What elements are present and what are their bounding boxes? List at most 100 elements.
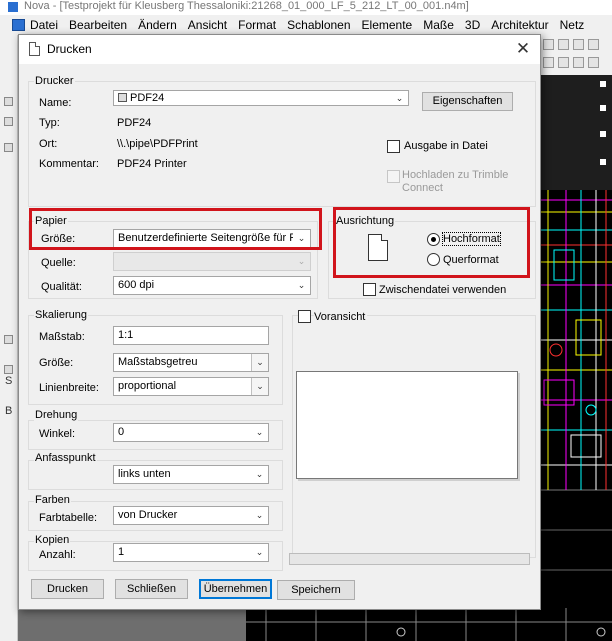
color-table-select[interactable]: von Drucker ⌄: [113, 506, 269, 525]
landscape-radio[interactable]: [427, 253, 440, 266]
copies-count-value: 1: [118, 546, 125, 558]
tool-icon[interactable]: [4, 365, 13, 374]
cad-drawing-canvas[interactable]: [536, 190, 612, 641]
tool-letter-s: S: [5, 375, 13, 387]
chevron-down-icon: ⌄: [251, 354, 268, 371]
printer-name-select[interactable]: PDF24 ⌄: [113, 90, 409, 106]
menu-item[interactable]: Format: [238, 15, 276, 35]
upload-trimble-checkbox[interactable]: [387, 170, 400, 183]
toolbar-icon[interactable]: [573, 39, 584, 50]
copies-group-label: Kopien: [34, 534, 71, 546]
app-menu-icon[interactable]: [12, 19, 25, 31]
printer-group-label: Drucker: [34, 75, 75, 87]
temp-file-checkbox[interactable]: [363, 283, 376, 296]
menu-item[interactable]: Datei: [30, 15, 58, 35]
close-button[interactable]: Schließen: [115, 579, 188, 599]
angle-select[interactable]: 0 ⌄: [113, 423, 269, 442]
portrait-page-icon: [368, 234, 388, 261]
tool-icon[interactable]: [4, 97, 13, 106]
scale-input[interactable]: 1:1: [113, 326, 269, 345]
chevron-down-icon: ⌄: [251, 466, 268, 483]
chevron-down-icon: ⌄: [293, 253, 310, 270]
chevron-down-icon: ⌄: [293, 230, 310, 247]
preview-checkbox[interactable]: [298, 310, 311, 323]
scaling-size-label: Größe:: [39, 357, 74, 369]
app-logo-icon: [8, 2, 18, 12]
panel-mark: [600, 159, 606, 165]
menu-item[interactable]: 3D: [465, 15, 480, 35]
printer-name-label: Name:: [39, 97, 72, 109]
scaling-size-value: Maßstabsgetreu: [118, 356, 198, 368]
print-to-file-checkbox[interactable]: [387, 140, 400, 153]
toolbar-icon[interactable]: [558, 57, 569, 68]
close-icon[interactable]: ✕: [511, 37, 535, 61]
tool-icon[interactable]: [4, 117, 13, 126]
paper-size-label: Größe:: [41, 233, 76, 245]
tool-icon[interactable]: [4, 335, 13, 344]
angle-value: 0: [118, 426, 125, 438]
save-button[interactable]: Speichern: [277, 580, 355, 600]
print-dialog: Drucken ✕ Drucker Name: PDF24 ⌄ Eigensch…: [18, 34, 541, 610]
panel-mark: [600, 105, 606, 111]
tool-icon[interactable]: [4, 143, 13, 152]
chevron-down-icon: ⌄: [251, 507, 268, 524]
paper-source-select[interactable]: ⌄: [113, 252, 311, 271]
scaling-group-label: Skalierung: [34, 309, 88, 321]
dialog-title-bar: Drucken ✕: [19, 35, 540, 64]
color-table-value: von Drucker: [118, 509, 178, 521]
linewidth-select[interactable]: proportional ⌄: [113, 377, 269, 396]
cad-drawing: [536, 190, 612, 571]
paper-quality-select[interactable]: 600 dpi ⌄: [113, 276, 311, 295]
menu-item[interactable]: Schablonen: [287, 15, 350, 35]
cad-drawing-bottom: [246, 608, 612, 641]
printer-location-value: \\.\pipe\PDFPrint: [117, 138, 198, 150]
chevron-down-icon: ⌄: [391, 91, 408, 105]
preview-area: [296, 371, 518, 479]
menu-item[interactable]: Architektur: [491, 15, 548, 35]
colors-group-label: Farben: [34, 494, 71, 506]
toolbar-icon[interactable]: [588, 39, 599, 50]
printer-type-label: Typ:: [39, 117, 60, 129]
anchor-select[interactable]: links unten ⌄: [113, 465, 269, 484]
app-right-toolbar: [538, 35, 612, 75]
paper-quality-label: Qualität:: [41, 281, 82, 293]
scaling-size-select[interactable]: Maßstabsgetreu ⌄: [113, 353, 269, 372]
paper-size-select[interactable]: Benutzerdefinierte Seitengröße für Pos ⌄: [113, 229, 311, 248]
printer-type-value: PDF24: [117, 117, 152, 129]
app-title: Nova - [Testprojekt für Kleusberg Thessa…: [24, 0, 469, 12]
toolbar-icon[interactable]: [573, 57, 584, 68]
menu-item[interactable]: Elemente: [362, 15, 413, 35]
temp-file-label: Zwischendatei verwenden: [379, 284, 507, 296]
menu-item[interactable]: Netz: [560, 15, 585, 35]
properties-button[interactable]: Eigenschaften: [422, 92, 513, 111]
print-button[interactable]: Drucken: [31, 579, 104, 599]
dialog-title: Drucken: [47, 42, 92, 56]
menu-item[interactable]: Maße: [423, 15, 454, 35]
chevron-down-icon: ⌄: [251, 424, 268, 441]
document-icon: [29, 42, 40, 56]
toolbar-icon[interactable]: [588, 57, 599, 68]
copies-count-select[interactable]: 1 ⌄: [113, 543, 269, 562]
toolbar-icon[interactable]: [543, 39, 554, 50]
menu-item[interactable]: Ändern: [138, 15, 177, 35]
copies-count-label: Anzahl:: [39, 549, 76, 561]
upload-trimble-label: Hochladen zu Trimble Connect: [402, 169, 509, 194]
preview-label: Voransicht: [314, 311, 368, 323]
app-title-bar: Nova - [Testprojekt für Kleusberg Thessa…: [0, 0, 612, 15]
toolbar-icon[interactable]: [543, 57, 554, 68]
paper-size-value: Benutzerdefinierte Seitengröße für Pos: [118, 232, 309, 244]
paper-group-label: Papier: [34, 215, 68, 227]
landscape-label: Querformat: [443, 254, 499, 266]
menu-items: Datei Bearbeiten Ändern Ansicht Format Schabl…: [30, 15, 595, 35]
printer-name-value: PDF24: [130, 92, 165, 104]
app-left-toolbar: S B: [0, 35, 18, 641]
portrait-radio[interactable]: [427, 233, 440, 246]
chevron-down-icon: ⌄: [251, 544, 268, 561]
orientation-group-label: Ausrichtung: [335, 215, 396, 227]
menu-item[interactable]: Ansicht: [188, 15, 227, 35]
printer-location-label: Ort:: [39, 138, 58, 150]
menu-item[interactable]: Bearbeiten: [69, 15, 127, 35]
apply-button[interactable]: Übernehmen: [199, 579, 272, 599]
toolbar-icon[interactable]: [558, 39, 569, 50]
progress-bar: [289, 553, 530, 565]
